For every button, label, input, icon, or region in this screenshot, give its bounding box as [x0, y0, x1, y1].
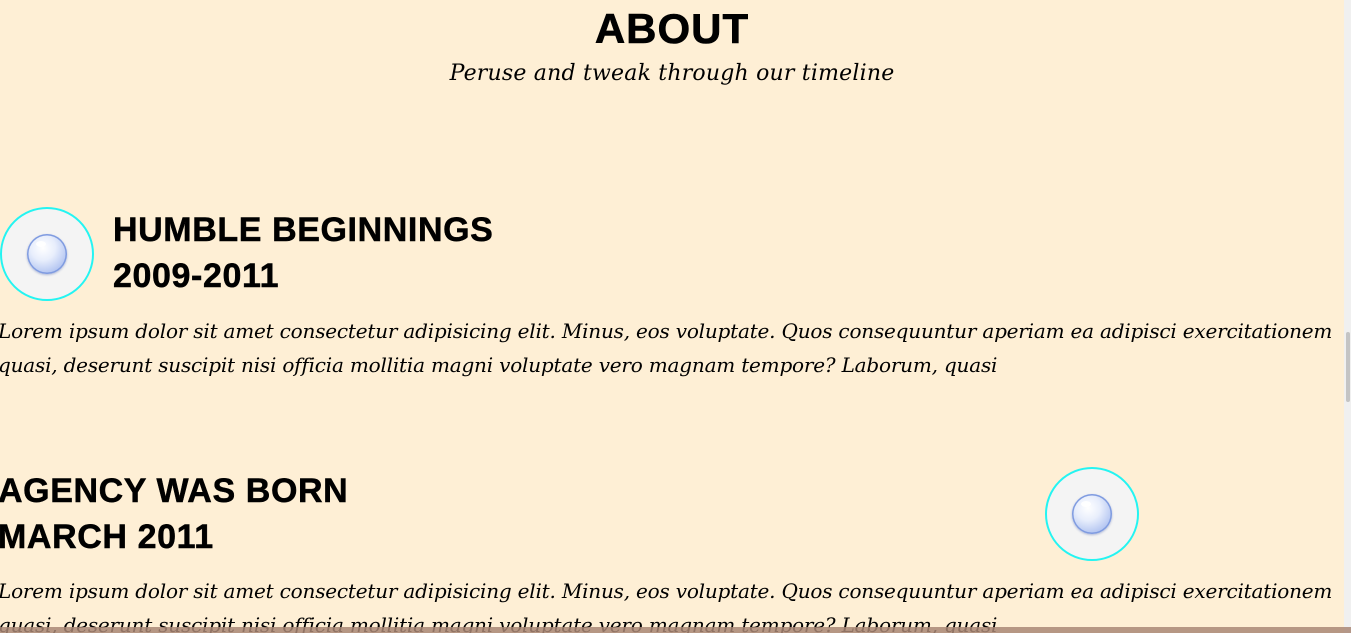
- timeline-text-1: Lorem ipsum dolor sit amet consectetur a…: [0, 314, 1344, 382]
- scrollbar-thumb[interactable]: [1346, 332, 1350, 402]
- page-subtitle: Peruse and tweak through our timeline: [449, 61, 895, 86]
- timeline-date: MARCH 2011: [0, 518, 214, 557]
- about-page: ABOUT Peruse and tweak through our timel…: [0, 0, 1344, 633]
- timeline-heading-1: HUMBLE BEGINNINGS 2009-2011: [113, 207, 493, 299]
- timeline-title: AGENCY WAS BORN: [0, 472, 349, 511]
- timeline-text-line: Lorem ipsum dolor sit amet consectetur a…: [0, 319, 1333, 343]
- timeline-title: HUMBLE BEGINNINGS: [113, 211, 494, 250]
- timeline-heading-2: AGENCY WAS BORN MARCH 2011: [0, 468, 348, 560]
- timeline-text-line: Lorem ipsum dolor sit amet consectetur a…: [0, 579, 1333, 603]
- timeline-text-2: Lorem ipsum dolor sit amet consectetur a…: [0, 574, 1344, 633]
- bubble-icon: [27, 234, 67, 274]
- bubble-icon: [1072, 494, 1112, 534]
- page-title: ABOUT: [594, 5, 750, 53]
- timeline-date: 2009-2011: [113, 257, 280, 296]
- vertical-scrollbar[interactable]: [1344, 0, 1351, 633]
- timeline-image-1: [0, 207, 94, 301]
- timeline-text-line: quasi, deserunt suscipit nisi officia mo…: [0, 353, 998, 377]
- timeline-image-2: [1045, 467, 1139, 561]
- taskbar-edge: [0, 627, 1351, 633]
